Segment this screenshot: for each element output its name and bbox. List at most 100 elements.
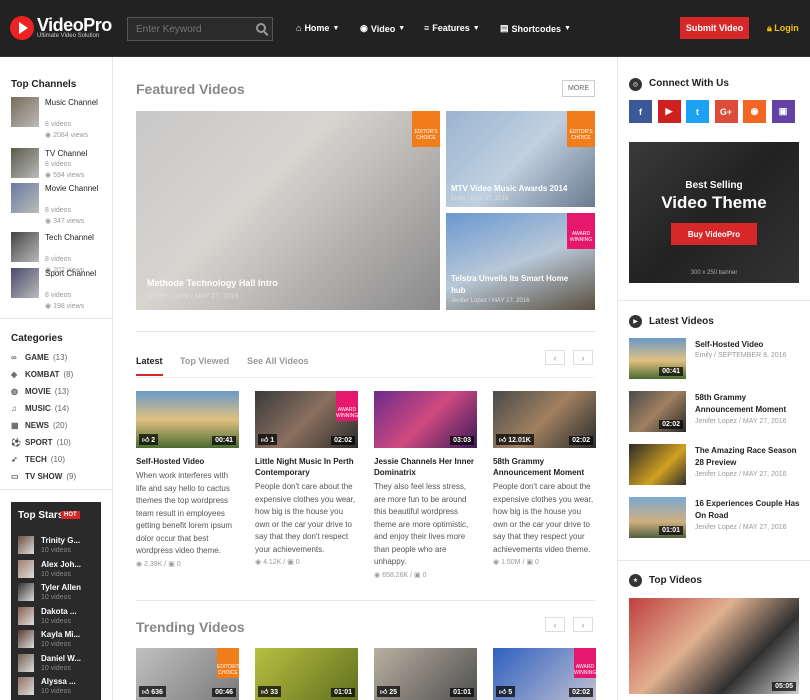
- logo-play-icon[interactable]: [10, 16, 34, 40]
- youtube-icon[interactable]: ▶: [657, 100, 681, 123]
- channel-name[interactable]: TV Channel: [45, 148, 103, 159]
- avatar[interactable]: [18, 536, 34, 554]
- category-item[interactable]: ▦ NEWS (20): [11, 421, 67, 430]
- video-card[interactable]: 👍︎ 2 00:41 Self-Hosted Video When work i…: [136, 391, 239, 568]
- star-name[interactable]: Daniel W...: [41, 654, 81, 663]
- channel-item[interactable]: Music Channel 8 videos ◉ 2084 views: [11, 97, 106, 139]
- star-item[interactable]: Tyler Allen 10 videos: [18, 583, 98, 605]
- featured-video-main[interactable]: EDITOR'S CHOICE Methode Technology Hall …: [136, 111, 440, 310]
- channel-name[interactable]: Sport Channel: [45, 268, 103, 279]
- video-card[interactable]: AWARD WINNING 👍︎ 1 02:02 Little Night Mu…: [255, 391, 358, 566]
- video-title[interactable]: Little Night Music In Perth Contemporary: [255, 456, 358, 478]
- category-item[interactable]: ♫ MUSIC (14): [11, 404, 69, 413]
- next-button[interactable]: ›: [573, 350, 593, 365]
- twitch-icon[interactable]: ▣: [771, 100, 795, 123]
- tab-top-viewed[interactable]: Top Viewed: [180, 356, 229, 366]
- avatar[interactable]: [18, 583, 34, 601]
- video-title[interactable]: Self-Hosted Video: [136, 456, 239, 467]
- avatar[interactable]: [18, 559, 34, 578]
- login-link[interactable]: 🔒︎ Login: [767, 23, 799, 34]
- video-title[interactable]: Self-Hosted Video: [695, 339, 805, 351]
- search-icon[interactable]: [256, 23, 266, 33]
- category-item[interactable]: ∞ GAME (13): [11, 353, 67, 362]
- channel-thumbnail[interactable]: [11, 268, 39, 298]
- channel-item[interactable]: TV Channel 8 videos ◉ 594 views: [11, 148, 106, 182]
- tab-see-all[interactable]: See All Videos: [247, 356, 309, 366]
- star-name[interactable]: Dakota ...: [41, 607, 77, 616]
- ad-banner[interactable]: Best Selling Video Theme Buy VideoPro 30…: [629, 142, 799, 283]
- channel-thumbnail[interactable]: [11, 232, 39, 262]
- buy-videopro-button[interactable]: Buy VideoPro: [671, 223, 757, 245]
- sidebar-video-item[interactable]: The Amazing Race Season 28 Preview Jenif…: [629, 444, 809, 489]
- more-button[interactable]: MORE: [562, 80, 595, 97]
- trending-video-thumbnail[interactable]: 👍︎ 33 01:01: [255, 648, 358, 700]
- twitter-icon[interactable]: t: [686, 100, 709, 123]
- video-thumbnail[interactable]: [629, 444, 686, 485]
- video-card[interactable]: 03:03 Jessie Channels Her Inner Dominatr…: [374, 391, 477, 579]
- channel-thumbnail[interactable]: [11, 183, 39, 213]
- next-button[interactable]: ›: [573, 617, 593, 632]
- trending-video-thumbnail[interactable]: AWARD WINNING 👍︎ 5 02:02: [493, 648, 596, 700]
- star-name[interactable]: Tyler Allen: [41, 583, 81, 592]
- star-item[interactable]: Trinity G... 10 videos: [18, 536, 98, 558]
- featured-video-2[interactable]: EDITOR'S CHOICE MTV Video Music Awards 2…: [446, 111, 595, 207]
- category-item[interactable]: ◍ MOVIE (13): [11, 387, 69, 396]
- featured-video-3[interactable]: AWARD WINNING Telstra Unveils Its Smart …: [446, 213, 595, 310]
- video-thumbnail[interactable]: 02:02: [629, 391, 686, 432]
- channel-name[interactable]: Music Channel: [45, 97, 103, 108]
- sidebar-video-item[interactable]: 01:01 16 Experiences Couple Has On Road …: [629, 497, 809, 542]
- category-item[interactable]: ➶ TECH (10): [11, 455, 65, 464]
- prev-button[interactable]: ‹: [545, 617, 565, 632]
- video-card[interactable]: 👍︎ 12.01K 02:02 58th Grammy Announcement…: [493, 391, 596, 566]
- video-title[interactable]: 58th Grammy Announcement Moment: [695, 392, 805, 416]
- video-thumbnail[interactable]: 👍︎ 12.01K 02:02: [493, 391, 596, 448]
- category-item[interactable]: ⚽ SPORT (10): [11, 438, 71, 447]
- video-title[interactable]: 58th Grammy Announcement Moment: [493, 456, 596, 478]
- channel-item[interactable]: Movie Channel 8 videos ◉ 347 views: [11, 183, 106, 225]
- search-input[interactable]: [127, 17, 273, 41]
- sidebar-video-item[interactable]: 02:02 58th Grammy Announcement Moment Je…: [629, 391, 809, 436]
- submit-video-button[interactable]: Submit Video: [680, 17, 749, 39]
- star-name[interactable]: Alex Joh...: [41, 560, 81, 569]
- video-thumbnail[interactable]: 03:03: [374, 391, 477, 448]
- star-name[interactable]: Alyssa ...: [41, 677, 76, 686]
- featured-title[interactable]: Methode Technology Hall Intro: [147, 278, 278, 288]
- avatar[interactable]: [18, 677, 34, 695]
- nav-shortcodes[interactable]: ▤ Shortcodes ▼: [500, 23, 571, 34]
- rss-icon[interactable]: ◉: [743, 100, 766, 123]
- trending-video-thumbnail[interactable]: EDITOR'S CHOICE 👍︎ 636 00:46: [136, 648, 239, 700]
- star-item[interactable]: Alyssa ... 10 videos: [18, 677, 98, 699]
- nav-features[interactable]: ≡ Features ▼: [424, 23, 480, 33]
- trending-video-thumbnail[interactable]: 👍︎ 25 01:01: [374, 648, 477, 700]
- channel-item[interactable]: Tech Channel 8 videos ◉ 202 views: [11, 232, 106, 274]
- avatar[interactable]: [18, 653, 34, 672]
- video-title[interactable]: Jessie Channels Her Inner Dominatrix: [374, 456, 477, 478]
- star-name[interactable]: Kayla Mi...: [41, 630, 80, 639]
- channel-name[interactable]: Movie Channel: [45, 183, 103, 194]
- video-thumbnail[interactable]: AWARD WINNING 👍︎ 1 02:02: [255, 391, 358, 448]
- avatar[interactable]: [18, 606, 34, 625]
- featured-title[interactable]: Telstra Unveils Its Smart Home hub: [451, 273, 571, 297]
- google-plus-icon[interactable]: G+: [714, 100, 738, 123]
- avatar[interactable]: [18, 630, 34, 648]
- star-item[interactable]: Alex Joh... 10 videos: [18, 559, 98, 582]
- star-item[interactable]: Daniel W... 10 videos: [18, 653, 98, 676]
- top-video-thumbnail[interactable]: 05:05: [629, 598, 799, 694]
- video-title[interactable]: 16 Experiences Couple Has On Road: [695, 498, 805, 522]
- video-thumbnail[interactable]: 01:01: [629, 497, 686, 538]
- tab-latest[interactable]: Latest: [136, 356, 163, 366]
- category-item[interactable]: ▭ TV SHOW (9): [11, 472, 76, 481]
- video-thumbnail[interactable]: 00:41: [629, 338, 686, 379]
- featured-title[interactable]: MTV Video Music Awards 2014: [451, 184, 567, 193]
- sidebar-video-item[interactable]: 00:41 Self-Hosted Video Emily / SEPTEMBE…: [629, 338, 809, 383]
- nav-video[interactable]: ◉ Video ▼: [360, 23, 405, 34]
- nav-home[interactable]: ⌂ Home ▼: [296, 23, 339, 33]
- channel-thumbnail[interactable]: [11, 148, 39, 178]
- star-item[interactable]: Kayla Mi... 10 videos: [18, 630, 98, 652]
- video-thumbnail[interactable]: 👍︎ 2 00:41: [136, 391, 239, 448]
- category-item[interactable]: ◈ KOMBAT (8): [11, 370, 73, 379]
- video-title[interactable]: The Amazing Race Season 28 Preview: [695, 445, 805, 469]
- facebook-icon[interactable]: f: [629, 100, 652, 123]
- prev-button[interactable]: ‹: [545, 350, 565, 365]
- star-item[interactable]: Dakota ... 10 videos: [18, 606, 98, 629]
